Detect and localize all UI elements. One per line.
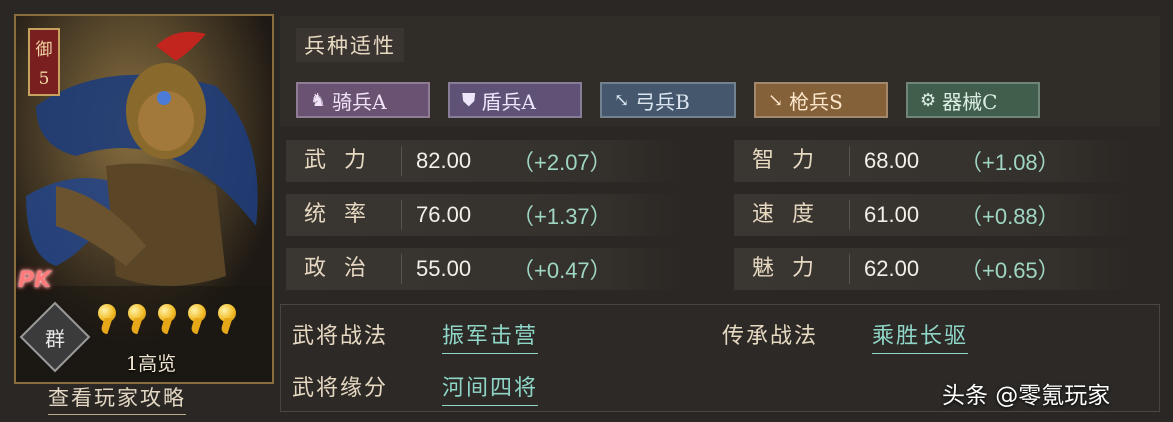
- troop-label: 骑兵A: [332, 89, 387, 114]
- troop-spear[interactable]: ↘ 枪兵S: [754, 82, 888, 118]
- attr-row-intellect: 智力 68.00 （+1.08）: [734, 140, 1134, 182]
- attr-name: 政治: [286, 254, 402, 284]
- troop-list: ♞ 骑兵A ⛊ 盾兵A ⤡ 弓兵B ↘ 枪兵S ⚙ 器械C: [296, 82, 1040, 118]
- hero-card[interactable]: 御 5 PK 群 1高览: [14, 14, 274, 384]
- attr-value: 55.00: [416, 256, 472, 281]
- attr-value: 68.00: [864, 148, 920, 173]
- attr-value: 76.00: [416, 202, 472, 227]
- spear-icon: ↘: [768, 89, 784, 111]
- shield-icon: ⛊: [462, 89, 476, 111]
- attr-row-force: 武力 82.00 （+2.07）: [286, 140, 686, 182]
- rank-level: 5: [38, 69, 50, 90]
- general-tactic-label: 武将战法: [292, 324, 389, 349]
- star-icon: [156, 304, 178, 334]
- watermark: 头条 @零氪玩家: [942, 383, 1111, 409]
- general-tactic-link[interactable]: 振军击营: [442, 318, 539, 354]
- troop-siege[interactable]: ⚙ 器械C: [906, 82, 1040, 118]
- attr-value: 62.00: [864, 256, 920, 281]
- troop-label: 枪兵S: [789, 89, 843, 114]
- rank-flag: 御 5: [28, 28, 60, 96]
- attr-name: 统率: [286, 200, 402, 230]
- bow-icon: ⤡: [614, 89, 630, 111]
- faction-label: 群: [45, 326, 65, 351]
- star-icon: [216, 304, 238, 334]
- attr-row-command: 统率 76.00 （+1.37）: [286, 194, 686, 236]
- attr-row-charm: 魅力 62.00 （+0.65）: [734, 248, 1134, 290]
- troop-label: 器械C: [942, 89, 998, 114]
- attr-row-speed: 速度 61.00 （+0.88）: [734, 194, 1134, 236]
- attr-value: 61.00: [864, 202, 920, 227]
- troop-label: 盾兵A: [481, 89, 536, 114]
- attr-row-politics: 政治 55.00 （+0.47）: [286, 248, 686, 290]
- star-icon: [126, 304, 148, 334]
- troop-shield[interactable]: ⛊ 盾兵A: [448, 82, 582, 118]
- bond-link[interactable]: 河间四将: [442, 370, 539, 406]
- attr-bonus: （+0.88）: [960, 204, 1060, 229]
- attr-bonus: （+0.47）: [512, 258, 612, 283]
- attr-bonus: （+1.37）: [512, 204, 612, 229]
- bond-label: 武将缘分: [292, 376, 389, 401]
- attr-name: 武力: [286, 146, 402, 176]
- troop-archer[interactable]: ⤡ 弓兵B: [600, 82, 736, 118]
- star-rating: [96, 304, 238, 334]
- attr-bonus: （+0.65）: [960, 258, 1060, 283]
- rank-label: 御: [35, 39, 53, 60]
- troop-cavalry[interactable]: ♞ 骑兵A: [296, 82, 430, 118]
- hero-name: 1高览: [126, 353, 177, 375]
- attr-value: 82.00: [416, 148, 472, 173]
- troop-label: 弓兵B: [635, 89, 690, 114]
- inherit-tactic-link[interactable]: 乘胜长驱: [872, 318, 969, 354]
- attr-name: 魅力: [734, 254, 850, 284]
- star-icon: [186, 304, 208, 334]
- attr-bonus: （+2.07）: [512, 150, 612, 175]
- gear-icon: ⚙: [920, 89, 937, 111]
- pk-badge: PK: [18, 268, 52, 293]
- troop-section-title: 兵种适性: [296, 28, 404, 62]
- attr-bonus: （+1.08）: [960, 150, 1060, 175]
- attr-name: 速度: [734, 200, 850, 230]
- attr-name: 智力: [734, 146, 850, 176]
- inherit-tactic-label: 传承战法: [722, 324, 819, 349]
- view-strategy-link[interactable]: 查看玩家攻略: [48, 382, 186, 415]
- horse-icon: ♞: [310, 89, 327, 111]
- star-icon: [96, 304, 118, 334]
